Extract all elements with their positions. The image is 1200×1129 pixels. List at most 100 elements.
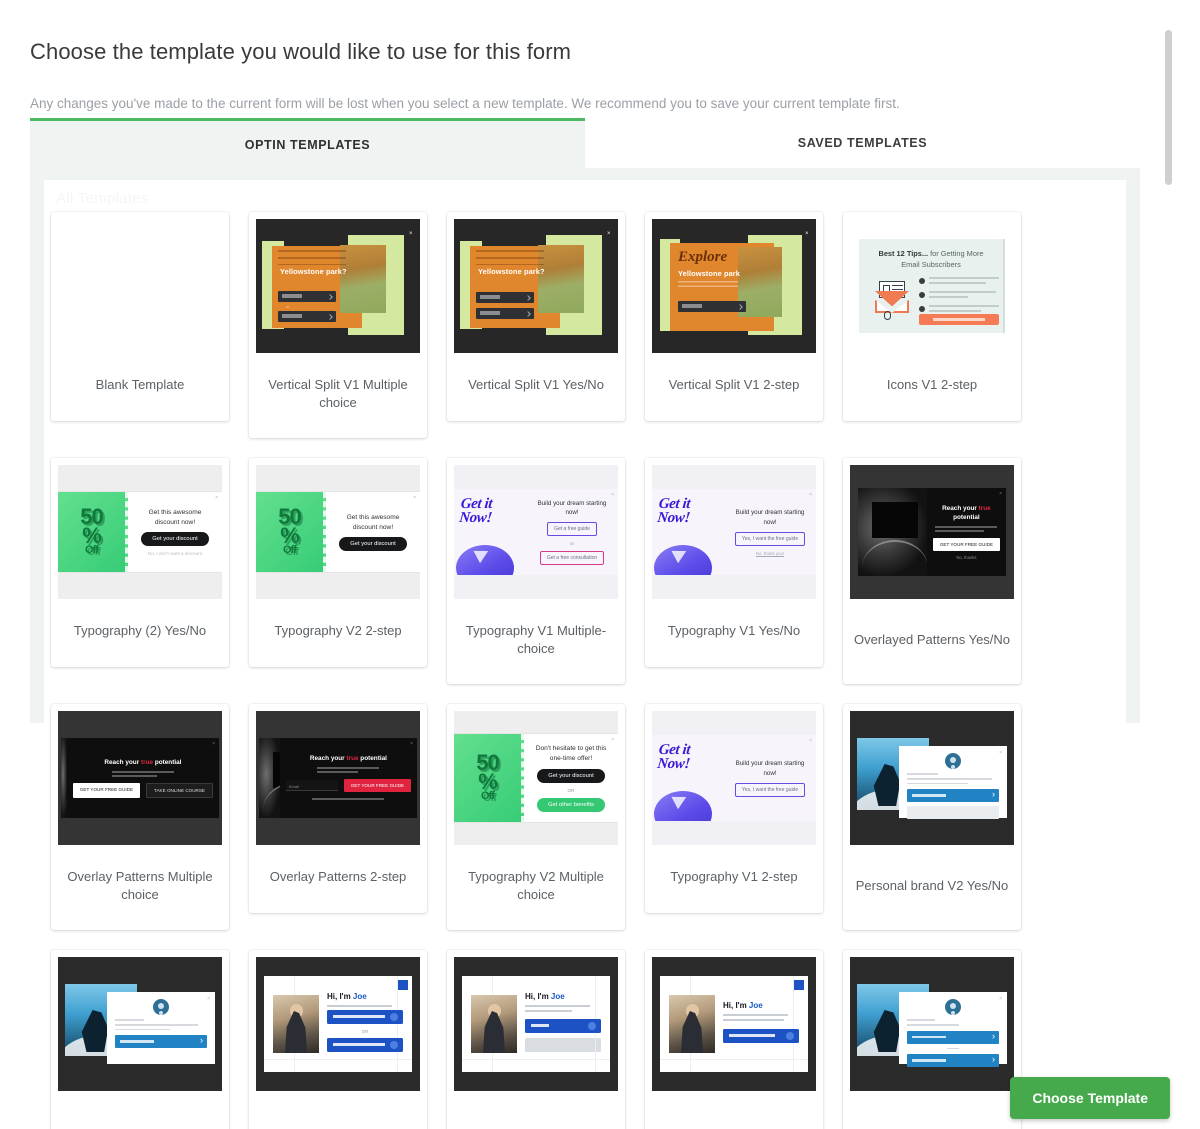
template-card-overlayed-patterns-yes-no[interactable]: × Reach your true potential GET YOUR FRE…: [843, 458, 1021, 684]
template-thumbnail-overlay-2step: × Reach your true potential Email GET YO…: [256, 711, 420, 845]
thumb-cta: GET YOUR FREE GUIDE: [932, 538, 1000, 552]
template-card-row4-1[interactable]: ×: [51, 950, 229, 1129]
thumb-headline: Get this awesome discount now!: [148, 508, 202, 526]
template-card-row4-5[interactable]: ×: [843, 950, 1021, 1129]
template-card-label: Vertical Split V1 Yes/No: [468, 377, 604, 393]
template-card-label: Blank Template: [95, 377, 185, 393]
thumb-link: No, thank you!: [755, 550, 785, 556]
thumb-or: OR: [567, 787, 575, 793]
thumb-or: or: [570, 541, 574, 547]
template-thumbnail-coupon-multi: × 50% Off Don't hesitate to get this one-…: [454, 711, 618, 845]
thumb-option-1: Get a free guide: [547, 522, 597, 537]
template-thumbnail-overlay-multi: × Reach your true potential GET YOUR FRE…: [58, 711, 222, 845]
thumb-headline-em: true: [140, 758, 154, 766]
template-thumbnail-joe-multi: Hi, I'm Joe OR: [256, 957, 420, 1091]
template-card-label: Vertical Split V1 Multiple choice: [268, 376, 408, 410]
choose-template-button[interactable]: Choose Template: [1010, 1077, 1170, 1119]
template-card-label: [652, 1091, 816, 1129]
template-card-label: Overlay Patterns 2-step: [269, 869, 407, 885]
tab-saved-templates[interactable]: SAVED TEMPLATES: [585, 118, 1140, 168]
thumb-cta: Yes, I want the free guide: [734, 531, 806, 546]
thumb-title-2: Now!: [458, 510, 493, 527]
thumb-headline-em: true: [346, 754, 359, 762]
template-card-vertical-split-v1-yes-no[interactable]: Yellowstone park? × Vertical Split V1 Ye…: [447, 212, 625, 421]
thumb-greeting: Hi, I'm: [723, 1000, 749, 1010]
template-card-typography-v1-2-step[interactable]: × Get it Now! Build your dream starting n…: [645, 704, 823, 913]
scrollbar-thumb[interactable]: [1165, 30, 1172, 185]
thumb-headline-1: Reach your: [104, 758, 141, 766]
mouse-icon: [884, 311, 891, 320]
template-thumbnail-coupon-2step: × 50% Off Get this awesome discount now! …: [256, 465, 420, 599]
thumb-headline-2: potential: [953, 513, 980, 521]
template-card-label: Typography V2 Multiple choice: [468, 868, 604, 902]
template-tabs: OPTIN TEMPLATES SAVED TEMPLATES: [30, 118, 1140, 168]
template-card-icons-v1-2-step[interactable]: Best 12 Tips... for Getting More Email S…: [843, 212, 1021, 421]
section-heading: All Templates: [56, 190, 149, 207]
thumb-headline-2: potential: [153, 758, 182, 766]
tab-saved-templates-label: SAVED TEMPLATES: [797, 136, 928, 150]
thumb-title-2: Now!: [656, 756, 691, 773]
template-card-personal-brand-v2-yes-no[interactable]: × Personal brand V2 Yes/No: [843, 704, 1021, 930]
template-card-label: Overlay Patterns Multiple choice: [67, 868, 213, 902]
template-thumbnail-brand-b: ×: [58, 957, 222, 1091]
template-card-vertical-split-v1-2-step[interactable]: Explore Yellowstone park × Vertical Spli…: [645, 212, 823, 421]
thumb-headline-em: true: [978, 504, 991, 512]
thumb-cta: GET YOUR FREE GUIDE: [343, 779, 411, 793]
thumb-headline-2: potential: [358, 754, 387, 762]
template-card-row4-2[interactable]: Hi, I'm Joe OR: [249, 950, 427, 1129]
template-card-vertical-split-v1-multiple-choice[interactable]: Yellowstone park? or × Vertical Split V1…: [249, 212, 427, 438]
template-thumbnail-yellowstone-yesno: Yellowstone park? ×: [454, 219, 618, 353]
template-thumbnail-getit-yesno: × Get it Now! Build your dream starting n…: [652, 465, 816, 599]
tab-optin-templates[interactable]: OPTIN TEMPLATES: [30, 118, 585, 168]
thumb-headline: Yellowstone park?: [280, 267, 347, 276]
template-thumbnail-blank: [58, 219, 222, 353]
template-card-overlay-patterns-multiple-choice[interactable]: × Reach your true potential GET YOUR FRE…: [51, 704, 229, 930]
template-card-label: Icons V1 2-step: [886, 377, 978, 393]
tab-optin-templates-label: OPTIN TEMPLATES: [244, 137, 371, 152]
template-card-label: Typography V2 2-step: [274, 623, 402, 639]
page-subtitle: Any changes you've made to the current f…: [30, 95, 900, 111]
template-card-label: Typography V1 Multiple-choice: [465, 622, 607, 656]
template-card-typography-v2-2-step[interactable]: × 50% Off Get this awesome discount now! …: [249, 458, 427, 667]
thumb-headline: Don't hesitate to get this one-time offe…: [535, 745, 607, 762]
thumb-headline: Reach your true potential: [310, 754, 387, 763]
thumb-link: No, thanks: [956, 555, 977, 561]
thumb-input-placeholder: Email: [288, 784, 299, 790]
template-card-row4-4[interactable]: Hi, I'm Joe: [645, 950, 823, 1129]
thumb-greeting: Hi, I'm: [525, 991, 551, 1001]
thumb-headline: Get this awesome discount now!: [346, 513, 400, 531]
template-thumbnail-joe-2step: Hi, I'm Joe: [652, 957, 816, 1091]
thumb-headline: Build your dream starting now!: [537, 499, 607, 516]
thumb-name: Joe: [748, 1000, 763, 1010]
page-title: Choose the template you would like to us…: [30, 38, 572, 64]
template-card-typography-v1-multiple-choice[interactable]: × Get it Now! Build your dream starting n…: [447, 458, 625, 684]
thumb-or: OR: [361, 1028, 369, 1034]
thumb-headline-1: Reach your: [309, 754, 347, 762]
template-thumbnail-yellowstone-2step: Explore Yellowstone park ×: [652, 219, 816, 353]
template-card-label: [58, 1091, 222, 1129]
thumb-title-2: Now!: [656, 510, 691, 527]
template-thumbnail-icons-2step: Best 12 Tips... for Getting More Email S…: [850, 219, 1014, 353]
thumb-headline: Build your dream starting now!: [735, 760, 805, 777]
template-card-typography-2-yes-no[interactable]: × 50% Off Get this awesome discount now! …: [51, 458, 229, 667]
template-thumbnail-yellowstone-multi: Yellowstone park? or ×: [256, 219, 420, 353]
thumb-cta-1: GET YOUR FREE GUIDE: [72, 783, 141, 799]
template-thumbnail-getit-multi: × Get it Now! Build your dream starting n…: [454, 465, 618, 599]
template-card-overlay-patterns-2-step[interactable]: × Reach your true potential Email GET YO…: [249, 704, 427, 913]
template-thumbnail-coupon-yesno: × 50% Off Get this awesome discount now! …: [58, 465, 222, 599]
template-thumbnail-joe-yesno: Hi, I'm Joe: [454, 957, 618, 1091]
template-card-typography-v2-multiple-choice[interactable]: × 50% Off Don't hesitate to get this one-…: [447, 704, 625, 930]
thumb-headline: Build your dream starting now!: [735, 509, 805, 526]
template-card-label: Overlayed Patterns Yes/No: [853, 631, 1011, 647]
thumb-cta: Get your discount: [339, 537, 407, 552]
template-card-row4-3[interactable]: Hi, I'm Joe: [447, 950, 625, 1129]
template-card-blank[interactable]: Blank Template: [51, 212, 229, 421]
avatar: [945, 999, 961, 1015]
thumb-cta-2: TAKE ONLINE COURSE: [146, 783, 213, 799]
template-card-typography-v1-yes-no[interactable]: × Get it Now! Build your dream starting n…: [645, 458, 823, 667]
thumb-headline-1: Reach your: [942, 504, 979, 512]
thumb-option-2: Get a free consultation: [539, 551, 605, 566]
choose-template-modal: Choose the template you would like to us…: [0, 0, 1200, 1129]
template-card-label: [256, 1091, 420, 1129]
thumb-name: Joe: [352, 991, 367, 1001]
